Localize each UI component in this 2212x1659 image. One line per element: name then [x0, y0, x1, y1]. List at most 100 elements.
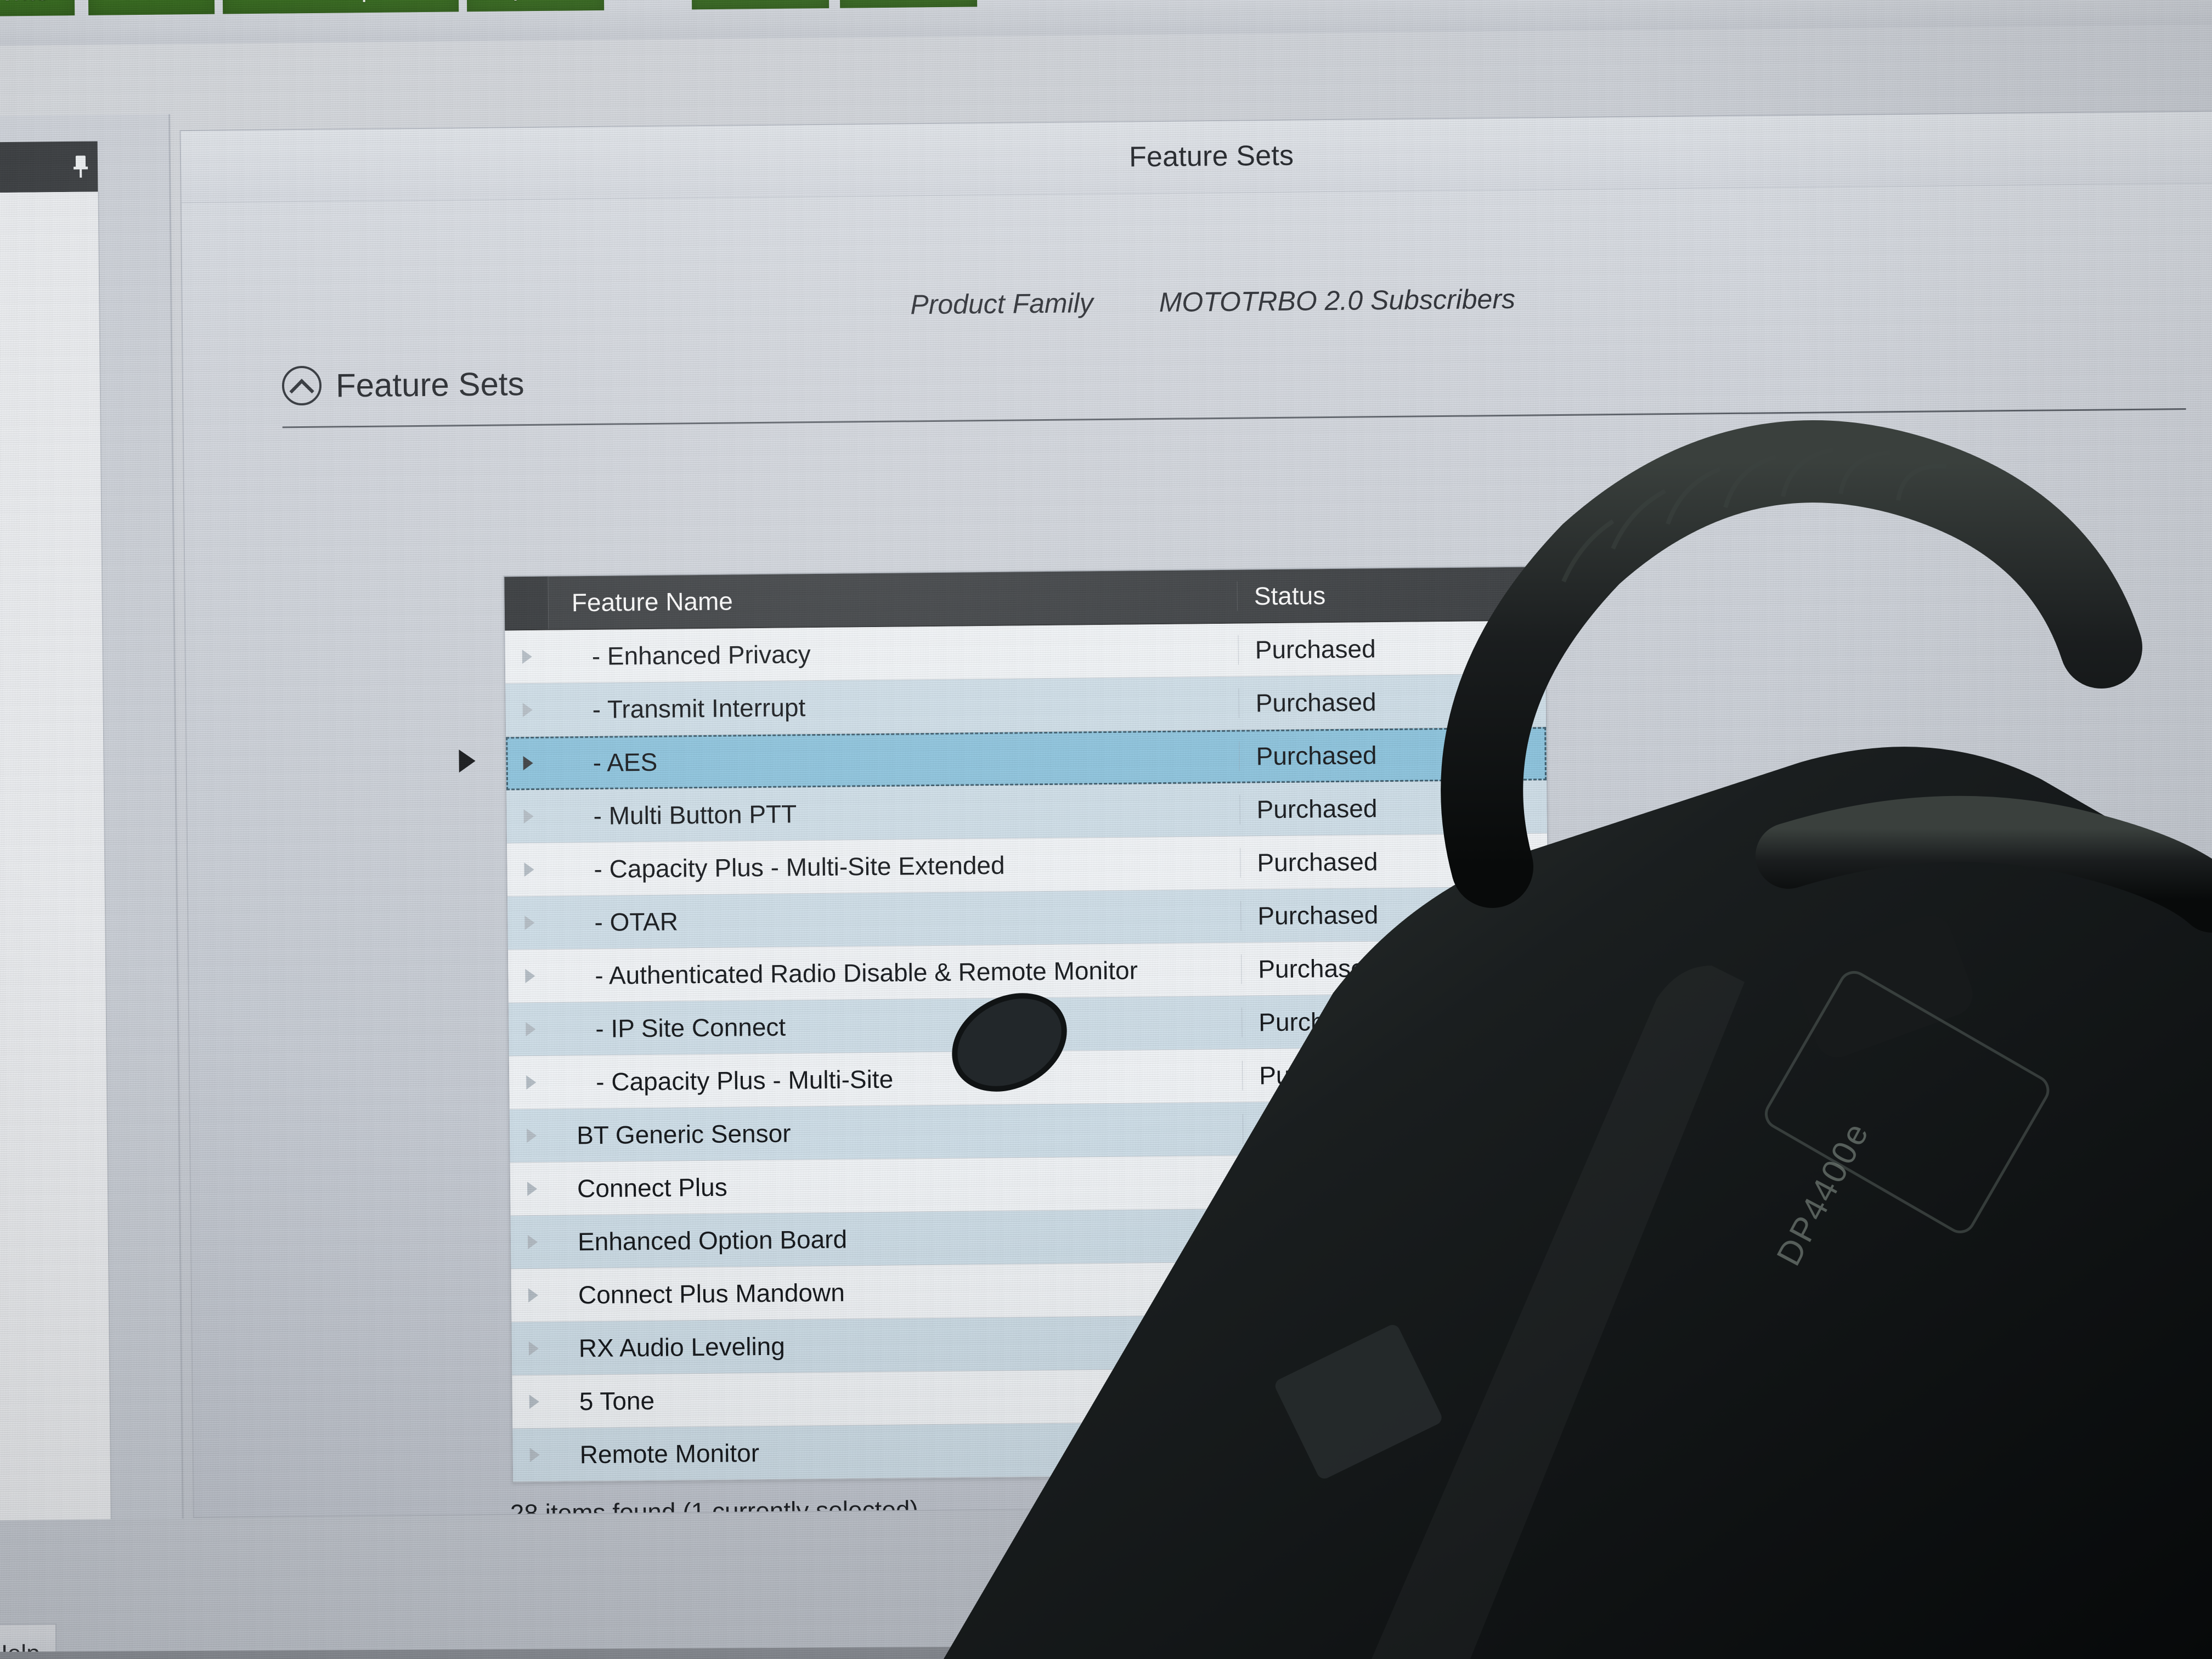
row-expander-cell[interactable] [509, 1056, 554, 1109]
table-row[interactable]: Enhanced Option Board [510, 1206, 1551, 1269]
cell-feature-name: - OTAR [594, 907, 679, 936]
chevron-right-icon[interactable] [526, 1075, 537, 1090]
chevron-right-icon[interactable] [528, 1341, 539, 1356]
table-row[interactable]: Connect Plus [510, 1153, 1551, 1216]
feature-sets-grid[interactable]: Feature Name Status - Enhanced Privacy Pu… [503, 566, 1555, 1483]
row-expander-cell[interactable] [510, 1109, 554, 1163]
table-row[interactable]: - Capacity Plus - Multi-Site Purchased [509, 1046, 1550, 1110]
product-family-value: MOTOTRBO 2.0 Subscribers [1159, 283, 1516, 318]
cell-feature-name: - Authenticated Radio Disable & Remote M… [595, 956, 1138, 990]
row-expander-cell[interactable] [505, 684, 550, 737]
chevron-right-icon[interactable] [529, 1394, 539, 1409]
toolbar-button-register[interactable]: Register [691, 0, 830, 10]
row-expander-cell[interactable] [509, 1003, 553, 1056]
product-family-row: Product Family MOTOTRBO 2.0 Subscribers [182, 276, 2212, 328]
cell-status: Purchased [1240, 898, 1548, 931]
monitor-screen: Write Clone Clone Express Update Registe… [0, 0, 2212, 1659]
cell-status: Purchased [1239, 792, 1547, 825]
cell-feature-name: - IP Site Connect [595, 1012, 786, 1043]
cell-status [1245, 1392, 1553, 1395]
row-expander-cell[interactable] [511, 1216, 555, 1269]
table-row[interactable]: - Capacity Plus - Multi-Site Extended Pur… [507, 833, 1548, 897]
cell-feature-name: Remote Monitor [579, 1438, 760, 1469]
toolbar-button-update[interactable]: Update [466, 0, 605, 12]
table-row[interactable]: - Authenticated Radio Disable & Remote M… [507, 940, 1549, 1003]
table-row[interactable]: - IP Site Connect Purchased & Us [508, 993, 1549, 1057]
row-expander-cell[interactable] [507, 843, 551, 896]
chevron-right-icon[interactable] [527, 1128, 537, 1143]
toolbar-button-label: Clone [118, 0, 185, 5]
row-expander-cell[interactable] [512, 1375, 556, 1429]
product-family-label: Product Family [910, 287, 1094, 320]
left-dock-panel [0, 114, 184, 1521]
row-expander-cell[interactable] [505, 630, 549, 684]
table-row[interactable]: BT Generic Sensor Availa [509, 1099, 1550, 1163]
chevron-right-icon[interactable] [527, 1181, 538, 1197]
feature-sets-pane: Feature Sets Product Family MOTOTRBO 2.0… [179, 110, 2212, 1519]
chevron-up-circle-icon[interactable] [281, 365, 322, 406]
cell-feature-name: Connect Plus [577, 1172, 727, 1203]
cell-status: Purchased [1242, 1058, 1550, 1091]
row-expander-cell[interactable] [512, 1429, 557, 1482]
column-header-status[interactable]: Status [1238, 578, 1545, 611]
table-row[interactable]: Remote Monitor [512, 1419, 1554, 1482]
feature-sets-section-header[interactable]: Feature Sets [281, 364, 524, 406]
chevron-right-icon[interactable] [528, 1288, 539, 1303]
chevron-right-icon[interactable] [522, 650, 532, 664]
cell-status [1244, 1339, 1552, 1342]
chevron-right-icon[interactable] [527, 1234, 538, 1250]
table-row[interactable]: RX Audio Leveling [511, 1312, 1553, 1376]
cell-feature-name: - Capacity Plus - Multi-Site [595, 1064, 894, 1096]
table-row[interactable]: - AES Purchased [506, 727, 1547, 791]
toolbar-button-activate[interactable]: Activate [839, 0, 978, 8]
row-expander-cell[interactable] [508, 950, 552, 1003]
toolbar-button-write[interactable]: Write [0, 0, 75, 17]
chevron-right-icon[interactable] [524, 862, 534, 877]
taskbar [0, 1640, 2212, 1659]
row-expander-cell[interactable] [511, 1322, 556, 1375]
chevron-right-icon[interactable] [523, 755, 533, 771]
cell-feature-name: - Enhanced Privacy [591, 640, 811, 670]
table-row[interactable]: - OTAR Purchased [507, 887, 1548, 950]
table-row[interactable]: Connect Plus Mandown [511, 1259, 1552, 1323]
cell-status [1243, 1232, 1551, 1235]
section-divider [282, 408, 2186, 428]
table-row[interactable]: 5 Tone [512, 1365, 1553, 1429]
cell-status: Purchased [1241, 951, 1549, 984]
cell-status: Purchased & Us [1242, 1005, 1549, 1037]
section-title: Feature Sets [335, 365, 524, 404]
cell-feature-name: Connect Plus Mandown [578, 1278, 845, 1310]
chevron-right-icon[interactable] [522, 702, 533, 718]
toolbar-button-clone-express[interactable]: Clone Express [222, 0, 459, 14]
cell-status: Purchased [1238, 685, 1546, 718]
chevron-right-icon[interactable] [525, 968, 535, 984]
table-row[interactable]: - Multi Button PTT Purchased [506, 780, 1547, 844]
dock-panel-body [0, 191, 112, 1521]
cell-status [1243, 1179, 1551, 1182]
column-header-feature-name[interactable]: Feature Name [548, 581, 1238, 618]
table-row[interactable]: - Enhanced Privacy Purchased [505, 620, 1546, 684]
grid-header-row: Feature Name Status [504, 567, 1545, 631]
chevron-right-icon[interactable] [526, 1022, 536, 1037]
cell-feature-name: RX Audio Leveling [578, 1331, 786, 1363]
toolbar-button-clone[interactable]: Clone [87, 0, 215, 15]
toolbar-button-label: Write [0, 0, 49, 7]
table-row[interactable]: - Transmit Interrupt Purchased [505, 674, 1547, 737]
row-selector-caret [459, 749, 476, 773]
row-expander-cell[interactable] [506, 790, 551, 843]
dock-panel-titlebar [0, 141, 98, 194]
cell-feature-name: - Capacity Plus - Multi-Site Extended [594, 850, 1005, 883]
row-expander-cell[interactable] [507, 896, 552, 950]
cell-feature-name: - Transmit Interrupt [592, 693, 806, 724]
grid-status-text: 28 items found (1 currently selected). [510, 1495, 926, 1519]
chevron-right-icon[interactable] [523, 809, 534, 824]
row-expander-cell[interactable] [511, 1269, 556, 1322]
cell-status [1245, 1445, 1553, 1448]
row-expander-cell[interactable] [510, 1163, 555, 1216]
pin-icon[interactable] [74, 156, 88, 178]
cell-status: Availa [1242, 1111, 1550, 1144]
chevron-right-icon[interactable] [524, 915, 535, 930]
chevron-right-icon[interactable] [529, 1447, 540, 1463]
cell-status: Purchased [1240, 845, 1548, 878]
row-expander-cell[interactable] [506, 737, 550, 790]
